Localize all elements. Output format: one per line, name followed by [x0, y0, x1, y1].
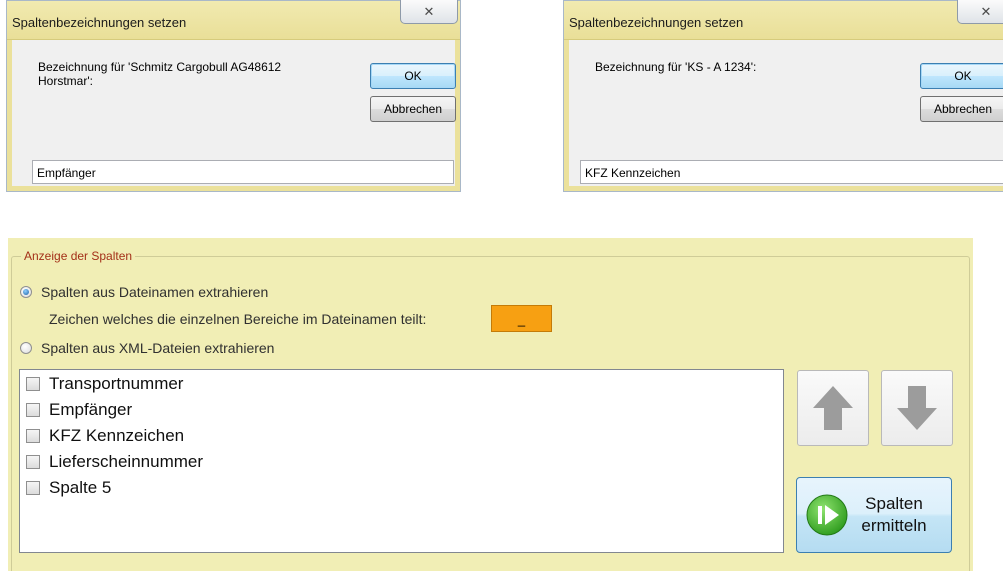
column-label: Empfänger [49, 400, 133, 419]
column-checkbox[interactable] [26, 377, 40, 391]
label-input[interactable]: KFZ Kennzeichen [580, 160, 1003, 184]
list-item[interactable]: Lieferscheinnummer [26, 451, 203, 473]
radio-filename[interactable] [20, 286, 32, 298]
dialog-titlebar: Spaltenbezeichnungen setzen ✕ [7, 0, 460, 40]
radio-filename-label: Spalten aus Dateinamen extrahieren [41, 284, 269, 300]
dialog-body: Bezeichnung für 'Schmitz Cargobull AG486… [7, 40, 460, 191]
radio-xml-label: Spalten aus XML-Dateien extrahieren [41, 340, 275, 356]
close-icon: ✕ [980, 3, 992, 19]
list-item[interactable]: Empfänger [26, 399, 132, 421]
move-up-button[interactable] [797, 370, 869, 446]
dialog-prompt: Bezeichnung für 'KS - A 1234': [595, 60, 757, 74]
groupbox-legend: Anzeige der Spalten [21, 249, 136, 263]
list-item[interactable]: Spalte 5 [26, 477, 111, 499]
arrow-up-icon [813, 386, 853, 430]
separator-field[interactable]: _ [491, 305, 552, 332]
dialog-rename-1: Spaltenbezeichnungen setzen ✕ Bezeichnun… [6, 0, 461, 192]
determine-label-line1: Spalten [865, 494, 923, 513]
close-icon: ✕ [423, 3, 435, 19]
dialog-rename-2: Spaltenbezeichnungen setzen ✕ Bezeichnun… [563, 0, 1003, 192]
column-label: Lieferscheinnummer [49, 452, 204, 471]
ok-button[interactable]: OK [370, 63, 456, 89]
dialog-body: Bezeichnung für 'KS - A 1234': OK Abbrec… [564, 40, 1003, 191]
column-label: Spalte 5 [49, 478, 112, 497]
column-checkbox[interactable] [26, 403, 40, 417]
arrow-down-icon [897, 386, 937, 430]
column-checkbox[interactable] [26, 429, 40, 443]
column-list[interactable]: Transportnummer Empfänger KFZ Kennzeiche… [19, 369, 784, 553]
column-label: KFZ Kennzeichen [49, 426, 185, 445]
dialog-title: Spaltenbezeichnungen setzen [569, 15, 744, 30]
determine-columns-label: Spalten ermitteln [849, 493, 939, 537]
determine-label-line2: ermitteln [861, 516, 927, 535]
dialog-titlebar: Spaltenbezeichnungen setzen ✕ [564, 0, 1003, 40]
label-input[interactable]: Empfänger [32, 160, 454, 184]
cancel-button[interactable]: Abbrechen [920, 96, 1003, 122]
cancel-button[interactable]: Abbrechen [370, 96, 456, 122]
list-item[interactable]: Transportnummer [26, 373, 183, 395]
close-button[interactable]: ✕ [957, 0, 1003, 24]
close-button[interactable]: ✕ [400, 0, 458, 24]
ok-button[interactable]: OK [920, 63, 1003, 89]
determine-columns-button[interactable]: Spalten ermitteln [796, 477, 952, 553]
dialog-title: Spaltenbezeichnungen setzen [12, 15, 187, 30]
column-label: Transportnummer [49, 374, 184, 393]
separator-label: Zeichen welches die einzelnen Bereiche i… [49, 311, 427, 327]
move-down-button[interactable] [881, 370, 953, 446]
radio-xml-row[interactable]: Spalten aus XML-Dateien extrahieren [20, 340, 274, 356]
radio-xml[interactable] [20, 342, 32, 354]
radio-filename-row[interactable]: Spalten aus Dateinamen extrahieren [20, 284, 268, 300]
column-display-panel: Anzeige der Spalten Spalten aus Dateinam… [8, 238, 973, 571]
column-checkbox[interactable] [26, 455, 40, 469]
dialog-prompt: Bezeichnung für 'Schmitz Cargobull AG486… [38, 60, 282, 88]
list-item[interactable]: KFZ Kennzeichen [26, 425, 184, 447]
column-checkbox[interactable] [26, 481, 40, 495]
play-icon [806, 494, 848, 536]
